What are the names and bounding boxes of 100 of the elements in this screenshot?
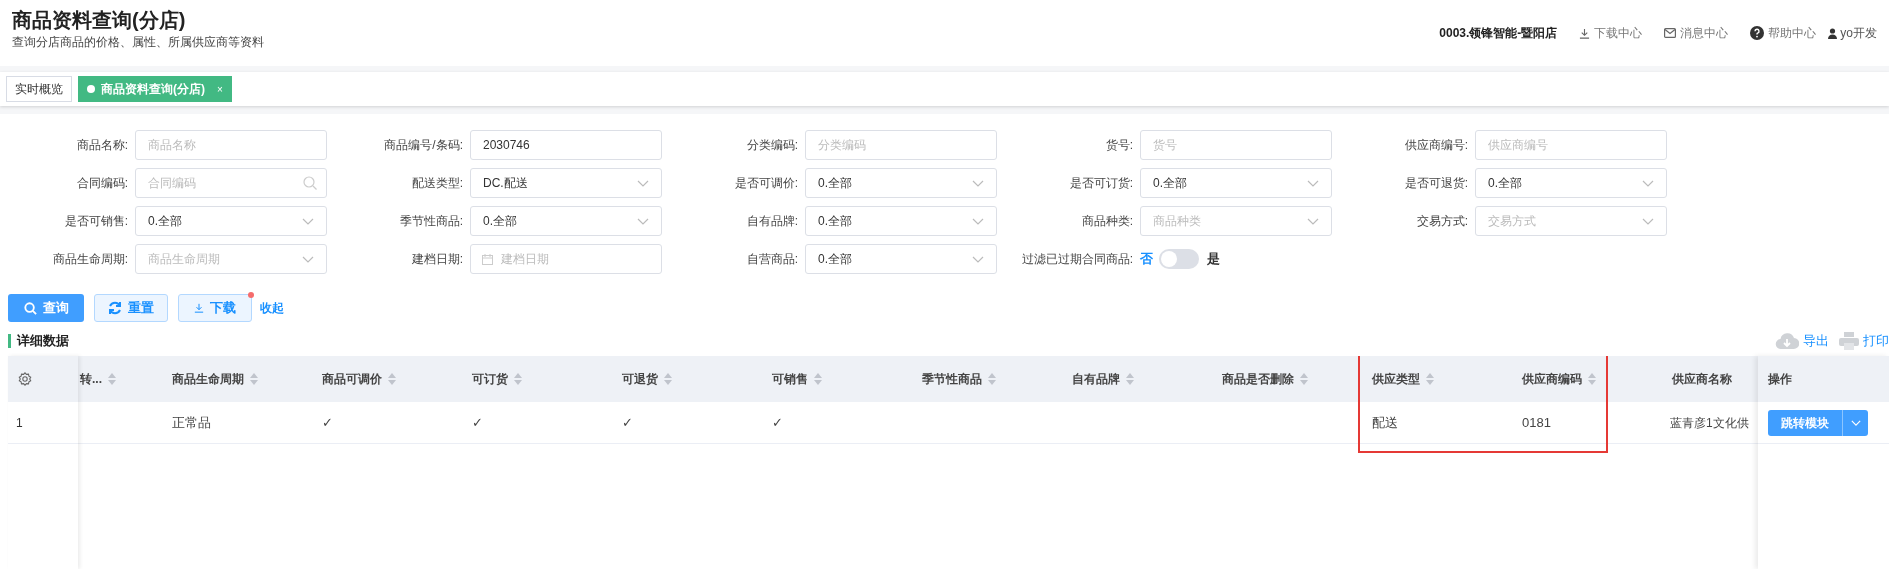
select-field[interactable]: 0.全部 bbox=[1475, 168, 1667, 198]
switch-off-label: 否 bbox=[1140, 250, 1153, 269]
select-field[interactable]: 0.全部 bbox=[805, 206, 997, 236]
input-field[interactable]: 供应商编号 bbox=[1475, 130, 1667, 160]
input-field[interactable]: 合同编码 bbox=[135, 168, 327, 198]
sort-icon bbox=[1126, 373, 1134, 385]
cloud-download-icon bbox=[1775, 332, 1799, 350]
column-header[interactable]: 自有品牌 bbox=[1072, 370, 1120, 388]
select-field[interactable]: 0.全部 bbox=[805, 244, 997, 274]
field-label: 商品生命周期: bbox=[51, 251, 129, 268]
column-header[interactable]: 可订货 bbox=[472, 370, 508, 388]
column-header[interactable]: 商品可调价 bbox=[322, 370, 382, 388]
field-label: 是否可调价: bbox=[733, 175, 799, 192]
table-cell-text: 正常品 bbox=[172, 413, 211, 432]
table-cell-text: ✓ bbox=[622, 413, 633, 432]
row-number: 1 bbox=[8, 402, 78, 444]
header-link[interactable]: 帮助中心 bbox=[1750, 24, 1817, 42]
field-label: 配送类型: bbox=[410, 175, 464, 192]
user-icon bbox=[1828, 27, 1838, 39]
field-label: 货号: bbox=[1104, 137, 1134, 154]
select-field[interactable]: 0.全部 bbox=[1140, 168, 1332, 198]
field-label: 交易方式: bbox=[1415, 213, 1469, 230]
field-label: 商品名称: bbox=[75, 137, 129, 154]
table-cell-text: ✓ bbox=[772, 413, 783, 432]
settings-icon[interactable] bbox=[18, 372, 32, 386]
field-label: 合同编码: bbox=[75, 175, 129, 192]
section-title: 详细数据 bbox=[17, 332, 69, 351]
column-header[interactable]: 供应商编码 bbox=[1522, 370, 1582, 388]
sort-icon bbox=[250, 373, 258, 385]
switch-on-label: 是 bbox=[1207, 250, 1220, 269]
chevron-down-icon bbox=[972, 217, 984, 225]
column-header[interactable]: 转... bbox=[80, 370, 102, 388]
input-field[interactable]: 2030746 bbox=[470, 130, 662, 160]
download-icon bbox=[1579, 27, 1591, 39]
sort-icon bbox=[108, 373, 116, 385]
field-label: 分类编码: bbox=[745, 137, 799, 154]
dropdown-button[interactable] bbox=[1842, 409, 1868, 436]
header-link[interactable]: yo开发 bbox=[1828, 24, 1877, 42]
select-field[interactable]: 0.全部 bbox=[135, 206, 327, 236]
column-header[interactable]: 商品生命周期 bbox=[172, 370, 244, 388]
column-header[interactable]: 商品是否删除 bbox=[1222, 370, 1294, 388]
sort-icon bbox=[1588, 373, 1596, 385]
sort-icon bbox=[1426, 373, 1434, 385]
table-cell-text: 配送 bbox=[1372, 413, 1398, 432]
download-icon bbox=[194, 303, 204, 313]
table-cell-text: ✓ bbox=[322, 413, 333, 432]
header-link[interactable]: 下载中心 bbox=[1579, 24, 1643, 42]
field-label: 是否可退货: bbox=[1403, 175, 1469, 192]
column-header[interactable]: 季节性商品 bbox=[922, 370, 982, 388]
sort-icon bbox=[1300, 373, 1308, 385]
chevron-down-icon bbox=[637, 217, 649, 225]
sort-icon bbox=[664, 373, 672, 385]
search-icon bbox=[303, 176, 317, 190]
input-field[interactable]: 商品名称 bbox=[135, 130, 327, 160]
page-title: 商品资料查询(分店) bbox=[12, 8, 187, 33]
header-link[interactable]: 消息中心 bbox=[1664, 24, 1729, 42]
field-label: 过滤已过期合同商品: bbox=[1020, 251, 1134, 268]
field-label: 建档日期: bbox=[410, 251, 464, 268]
field-label: 自营商品: bbox=[745, 251, 799, 268]
refresh-icon bbox=[108, 301, 122, 315]
table-cell-text: 蓝青彦1文化供 bbox=[1670, 414, 1749, 432]
select-field[interactable]: 0.全部 bbox=[470, 206, 662, 236]
column-header: 操作 bbox=[1758, 356, 1889, 402]
input-field[interactable]: 分类编码 bbox=[805, 130, 997, 160]
sort-icon bbox=[814, 373, 822, 385]
chevron-down-icon bbox=[1850, 419, 1861, 426]
chevron-down-icon bbox=[972, 179, 984, 187]
calendar-icon bbox=[482, 254, 493, 265]
tab[interactable]: 实时概览 bbox=[6, 76, 72, 102]
chevron-down-icon bbox=[637, 179, 649, 187]
page-subtitle: 查询分店商品的价格、属性、所属供应商等资料 bbox=[12, 34, 264, 50]
field-label: 是否可订货: bbox=[1068, 175, 1134, 192]
chevron-down-icon bbox=[302, 255, 314, 263]
table-cell-text: 0181 bbox=[1522, 413, 1551, 432]
sort-icon bbox=[388, 373, 396, 385]
field-label: 商品编号/条码: bbox=[383, 137, 464, 154]
column-header[interactable]: 供应类型 bbox=[1372, 370, 1420, 388]
sort-icon bbox=[514, 373, 522, 385]
field-label: 季节性商品: bbox=[398, 213, 464, 230]
printer-icon bbox=[1839, 332, 1859, 350]
chevron-down-icon bbox=[972, 255, 984, 263]
chevron-down-icon bbox=[1642, 179, 1654, 187]
select-field[interactable]: 0.全部 bbox=[805, 168, 997, 198]
chevron-down-icon bbox=[302, 217, 314, 225]
input-field[interactable]: 建档日期 bbox=[470, 244, 662, 274]
help-icon bbox=[1750, 26, 1765, 40]
select-field[interactable]: DC.配送 bbox=[470, 168, 662, 198]
column-header[interactable]: 可退货 bbox=[622, 370, 658, 388]
input-field[interactable]: 货号 bbox=[1140, 130, 1332, 160]
column-header[interactable]: 可销售 bbox=[772, 370, 808, 388]
search-icon bbox=[23, 301, 37, 315]
section-marker bbox=[8, 334, 11, 348]
sort-icon bbox=[988, 373, 996, 385]
table-cell-text: ✓ bbox=[472, 413, 483, 432]
field-label: 商品种类: bbox=[1080, 213, 1134, 230]
toggle-switch[interactable] bbox=[1159, 249, 1199, 269]
chevron-down-icon bbox=[1307, 179, 1319, 187]
chevron-down-icon bbox=[1307, 217, 1319, 225]
field-label: 供应商编号: bbox=[1403, 137, 1469, 154]
envelope-icon bbox=[1664, 28, 1677, 38]
